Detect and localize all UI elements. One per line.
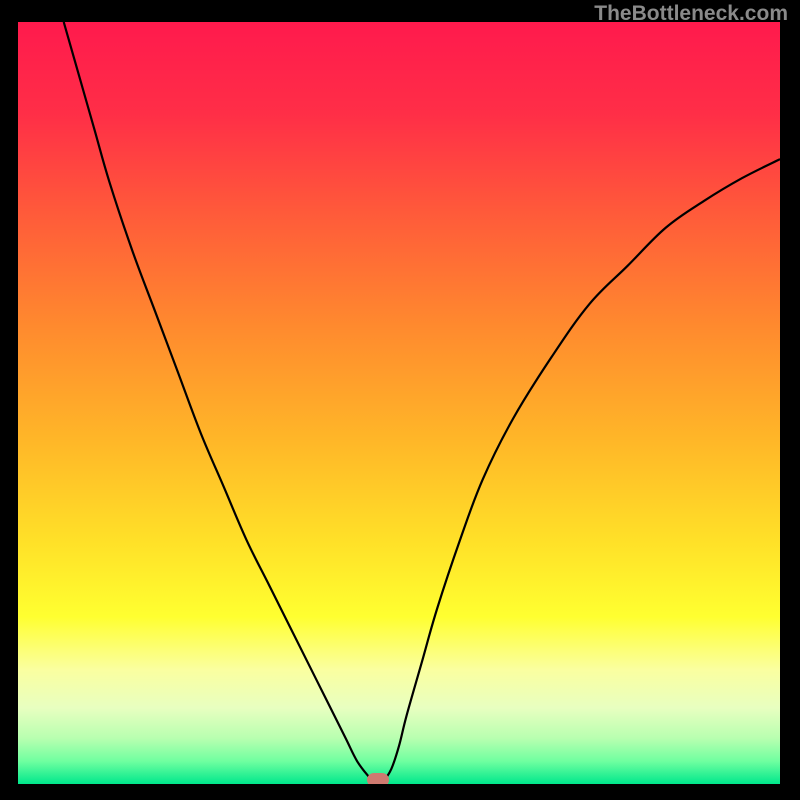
optimum-marker — [367, 773, 389, 784]
chart-frame: TheBottleneck.com — [0, 0, 800, 800]
bottleneck-curve — [18, 22, 780, 784]
attribution-label: TheBottleneck.com — [594, 2, 788, 26]
plot-area — [18, 22, 780, 784]
